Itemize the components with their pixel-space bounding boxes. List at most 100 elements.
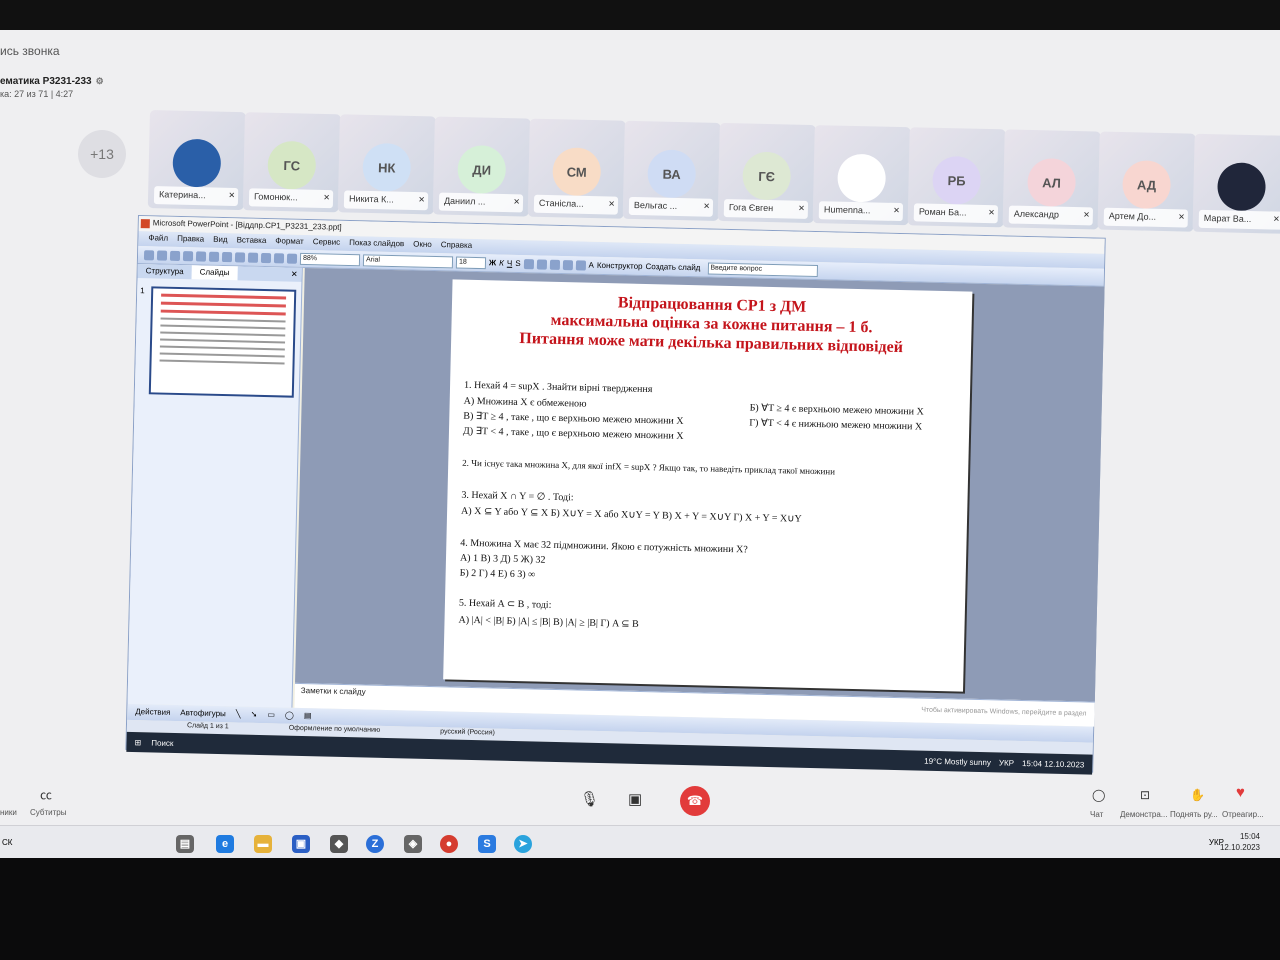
spellcheck-icon[interactable] [195,250,207,262]
skype-icon[interactable]: S [478,835,496,853]
underline-icon[interactable]: Ч [507,259,513,268]
participant-avatar: ДИ [457,145,507,195]
cut-icon[interactable] [208,251,220,262]
participant-tile[interactable]: АД Артем До... ✕ [1097,131,1196,232]
tray-clock[interactable]: 15:04 12.10.2023 [1022,758,1085,768]
menu-item[interactable]: Окно [413,239,432,252]
raise-hand-icon[interactable]: ✋ [1190,788,1205,802]
chrome-icon[interactable]: ● [440,835,458,853]
new-icon[interactable] [143,249,155,260]
screen-share-button[interactable]: Демонстра... [1120,810,1167,819]
current-slide[interactable]: Відпрацювання СР1 з ДМ максимальна оцінк… [443,279,973,692]
rectangle-icon[interactable]: ▭ [267,710,275,723]
menu-item[interactable]: Правка [177,234,204,248]
mic-muted-icon[interactable]: 🎙 [580,790,599,808]
menu-item[interactable]: Справка [441,240,473,254]
tab-slides[interactable]: Слайды [191,265,238,281]
host-language[interactable]: УКР [1209,838,1224,847]
start-icon[interactable]: ⊞ [134,738,141,747]
participant-tile[interactable]: СМ Станісла... ✕ [527,118,626,219]
bullets-icon[interactable] [575,259,586,271]
italic-icon[interactable]: К [499,259,504,268]
taskbar-search[interactable]: Поиск [151,738,173,748]
tray-language[interactable]: УКР [999,758,1014,767]
tab-outline[interactable]: Структура [138,264,192,279]
thumb-text-line [160,331,286,337]
participant-avatar [172,138,222,188]
bold-icon[interactable]: Ж [489,258,496,267]
align-center-icon[interactable] [536,258,547,270]
insert-chart-icon[interactable] [286,253,298,264]
react-button[interactable]: Отреагир... [1222,810,1264,819]
font-select[interactable]: Arial [362,253,454,268]
participant-tile[interactable]: РБ Роман Ба... ✕ [907,127,1006,228]
task-view-icon[interactable]: ▤ [176,835,194,853]
menu-item[interactable]: Формат [275,236,304,250]
align-right-icon[interactable] [549,259,560,270]
participant-tile[interactable]: Humenna... ✕ [812,125,911,226]
menu-item[interactable]: Сервис [313,237,341,251]
font-color-icon[interactable]: A [588,261,594,270]
app-icon[interactable]: ◆ [330,835,348,853]
subtitles-button[interactable]: Субтитры [30,808,66,817]
participant-tile[interactable]: ГЄ Гога Євген ✕ [717,122,816,224]
hangup-button[interactable]: ☎ [680,786,710,816]
slide-thumbnail[interactable] [148,286,297,398]
more-participants-badge[interactable]: +13 [78,130,126,178]
autoshapes-menu[interactable]: Автофигуры [180,708,226,722]
numbering-icon[interactable] [562,259,573,270]
settings-icon[interactable]: ⚙ [96,76,104,86]
participant-tile[interactable]: Катерина... ✕ [147,110,246,211]
actions-menu[interactable]: Действия [135,707,170,721]
heart-reaction-icon[interactable]: ♥ [1236,784,1245,801]
edge-icon[interactable]: e [216,835,234,853]
participants-label[interactable]: ники [0,808,17,817]
line-icon[interactable]: ╲ [236,709,241,722]
copy-icon[interactable] [221,251,233,262]
zoom-select[interactable]: 88% [299,252,361,266]
font-size-select[interactable]: 18 [455,256,487,269]
participant-tile[interactable]: ГС Гомонюк... ✕ [242,112,341,213]
host-clock[interactable]: 15:04 12.10.2023 [1220,831,1260,853]
menu-item[interactable]: Вид [213,235,228,248]
participant-tile[interactable]: АЛ Александр ✕ [1002,129,1101,230]
participant-tile[interactable]: ДИ Даниил ... ✕ [432,116,531,217]
windows-activation-watermark: Чтобы активировать Windows, перейдите в … [921,706,1087,718]
shadow-icon[interactable]: S [515,259,521,268]
redo-icon[interactable] [260,252,272,263]
print-icon[interactable] [182,250,194,261]
telegram-icon[interactable]: ➤ [514,835,532,853]
arrow-icon[interactable]: ➘ [250,710,258,723]
mic-muted-icon: ✕ [513,197,521,207]
align-left-icon[interactable] [523,258,534,269]
participant-tile[interactable]: Марат Ва... ✕ [1192,133,1280,234]
menu-item[interactable]: Вставка [236,235,267,249]
store-icon[interactable]: ▣ [292,835,310,853]
zoom-app-icon[interactable]: Z [366,835,384,853]
subtitles-icon[interactable]: ㏄ [40,786,52,803]
help-question-input[interactable]: Введите вопрос [707,261,818,277]
open-icon[interactable] [156,249,168,261]
undo-icon[interactable] [247,252,259,263]
close-pane-icon[interactable]: ✕ [287,268,302,282]
screen-share-icon[interactable]: ⊡ [1140,788,1150,802]
designer-button[interactable]: Конструктор [597,261,643,271]
paste-icon[interactable] [234,251,246,263]
file-explorer-icon[interactable]: ▬ [254,835,272,853]
insert-table-icon[interactable] [273,252,285,263]
save-icon[interactable] [169,250,181,261]
camera-off-icon[interactable]: ▣ [628,790,642,808]
participant-tile[interactable]: НК Никита К... ✕ [337,114,436,215]
participant-avatar [1217,162,1267,212]
chat-button[interactable]: Чат [1090,810,1103,819]
weather-widget[interactable]: 19°C Mostly sunny [924,756,991,767]
oval-icon[interactable]: ◯ [285,711,294,724]
participant-tile[interactable]: ВА Вельгас ... ✕ [622,120,721,221]
chat-icon[interactable]: ◯ [1092,788,1105,802]
app-icon[interactable]: ◈ [404,835,422,853]
menu-item[interactable]: Файл [148,233,168,246]
menu-item[interactable]: Показ слайдов [349,238,404,252]
textbox-icon[interactable]: ▤ [304,711,312,724]
new-slide-button[interactable]: Создать слайд [645,262,700,272]
raise-hand-button[interactable]: Поднять ру... [1170,810,1218,819]
